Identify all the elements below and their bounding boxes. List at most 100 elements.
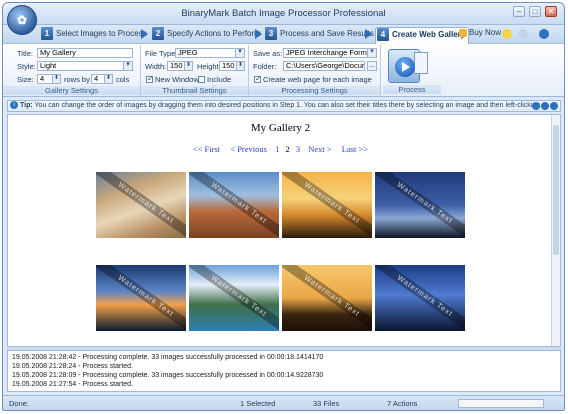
gallery-thumbnail[interactable]: Watermark Text: [189, 265, 279, 331]
gallery-thumbnail[interactable]: Watermark Text: [96, 172, 186, 238]
gallery-preview: My Gallery 2 << First < Previous 1 2 3 N…: [7, 114, 561, 347]
thumbnail-settings-group: File Type: JPEG Width: 150 Height: 150 N…: [141, 45, 249, 96]
gallery-settings-label: Gallery Settings: [3, 86, 140, 95]
height-stepper[interactable]: 150: [219, 61, 245, 71]
step-label: Process and Save Results: [280, 29, 374, 38]
new-window-checkbox[interactable]: [146, 74, 154, 83]
actions-count: 7 Actions: [387, 399, 418, 408]
gallery-thumbnail[interactable]: Watermark Text: [189, 172, 279, 238]
width-stepper[interactable]: 150: [167, 61, 193, 71]
step-label: Specify Actions to Perform: [167, 29, 261, 38]
saveas-select[interactable]: JPEG Interchange Format (: [283, 48, 377, 58]
step-2-tab[interactable]: 2 Specify Actions to Perform: [152, 27, 261, 42]
watermark: Watermark Text: [282, 172, 372, 238]
play-icon: [395, 57, 415, 77]
window-title: BinaryMark Batch Image Processor Profess…: [181, 8, 386, 19]
gallery-thumbnail[interactable]: Watermark Text: [375, 265, 465, 331]
log-line: 19.05.2008 21:28:42 - Processing complet…: [12, 354, 324, 361]
filetype-select[interactable]: JPEG: [175, 48, 245, 58]
include-titles-checkbox[interactable]: [198, 76, 205, 83]
selected-count: 1 Selected: [240, 399, 276, 408]
log-line: 19.05.2008 21:27:54 - Process started.: [12, 381, 134, 388]
app-menu-button[interactable]: ✿: [7, 5, 37, 35]
thumbnail-settings-label: Thumbnail Settings: [141, 86, 248, 95]
gallery-thumbnail[interactable]: Watermark Text: [96, 265, 186, 331]
home-icon[interactable]: [518, 29, 528, 39]
width-label: Width:: [145, 62, 167, 71]
arrow-right-icon: [141, 29, 148, 39]
gallery-thumbnail[interactable]: Watermark Text: [282, 265, 372, 331]
buy-now-label: Buy Now: [469, 28, 502, 37]
process-label: Process: [383, 85, 441, 94]
first-page-link[interactable]: << First: [193, 144, 220, 154]
gallery-title: My Gallery 2: [250, 122, 311, 134]
log-line: 19.05.2008 21:28:24 - Process started.: [12, 363, 134, 370]
scrollbar-thumb[interactable]: [553, 125, 559, 255]
page-link[interactable]: 3: [296, 144, 300, 154]
tip-bar: i Tip: You can change the order of images…: [7, 100, 561, 112]
create-web-page-checkbox[interactable]: [254, 74, 262, 83]
height-label: Height:: [197, 62, 221, 71]
close-tip-icon[interactable]: [550, 102, 558, 110]
folder-label: Folder:: [253, 62, 277, 71]
rows-stepper[interactable]: 4: [37, 74, 61, 84]
step-4-tab[interactable]: 4 Create Web Gallery: [375, 27, 470, 44]
processing-settings-label: Processing Settings: [249, 86, 380, 95]
ribbon: Title: My Gallery Style: Light Size: 4 r…: [3, 44, 564, 97]
last-page-link[interactable]: Last >>: [342, 144, 368, 154]
step-label: Create Web Gallery: [392, 30, 466, 39]
tip-prefix: Tip:: [20, 102, 33, 109]
progress-bar: [458, 399, 544, 408]
cols-label: cols: [116, 75, 130, 84]
pagination: << First < Previous 1 2 3 Next > Last >>: [8, 144, 553, 154]
next-tip-icon[interactable]: [541, 102, 549, 110]
step-3-tab[interactable]: 3 Process and Save Results: [265, 27, 374, 42]
bulb-icon[interactable]: [502, 29, 512, 39]
app-logo-icon: ✿: [16, 13, 28, 27]
step-number: 3: [265, 27, 277, 40]
page-link[interactable]: 1: [275, 144, 279, 154]
steps-bar: 1 Select Images to Process 2 Specify Actio…: [3, 25, 564, 44]
title-bar: BinaryMark Batch Image Processor Profess…: [3, 3, 564, 25]
gallery-thumbnail[interactable]: Watermark Text: [375, 172, 465, 238]
browse-folder-button[interactable]: ...: [367, 61, 377, 71]
close-button[interactable]: ✕: [545, 6, 557, 17]
process-icon: [388, 49, 428, 83]
watermark: Watermark Text: [96, 172, 186, 238]
log-panel: 19.05.2008 21:28:42 - Processing complet…: [7, 350, 561, 392]
previous-page-link[interactable]: < Previous: [230, 144, 267, 154]
step-number: 1: [41, 27, 53, 40]
status-bar: Done. 1 Selected 33 Files 7 Actions: [3, 395, 564, 410]
app-window: BinaryMark Batch Image Processor Profess…: [2, 2, 565, 411]
step-number: 4: [377, 28, 389, 41]
step-number: 2: [152, 27, 164, 40]
arrow-right-icon: [365, 29, 372, 39]
process-button[interactable]: Process: [383, 46, 441, 95]
gallery-thumbnail[interactable]: Watermark Text: [282, 172, 372, 238]
maximize-button[interactable]: □: [529, 6, 541, 17]
help-icon[interactable]: [539, 29, 549, 39]
folder-input[interactable]: C:\Users\George\Documents: [283, 61, 365, 71]
watermark: Watermark Text: [189, 265, 279, 331]
tip-text: You can change the order of images by dr…: [34, 102, 546, 109]
price-tag-icon: [459, 28, 467, 37]
status-text: Done.: [9, 399, 30, 408]
title-label: Title:: [17, 49, 33, 58]
next-page-link[interactable]: Next >: [308, 144, 331, 154]
gallery-scrollbar[interactable]: [551, 115, 560, 346]
processing-settings-group: Save as: JPEG Interchange Format ( Folde…: [249, 45, 381, 96]
cols-stepper[interactable]: 4: [91, 74, 113, 84]
new-window-label: New Window: [155, 75, 199, 84]
watermark: Watermark Text: [189, 172, 279, 238]
watermark: Watermark Text: [375, 265, 465, 331]
buy-now-button[interactable]: Buy Now: [459, 28, 501, 37]
watermark: Watermark Text: [96, 265, 186, 331]
previous-tip-icon[interactable]: [532, 102, 540, 110]
step-1-tab[interactable]: 1 Select Images to Process: [41, 27, 147, 42]
watermark: Watermark Text: [375, 172, 465, 238]
page-icon: [414, 52, 428, 74]
style-select[interactable]: Light: [37, 61, 133, 71]
gallery-title-input[interactable]: My Gallery: [37, 48, 133, 58]
log-line: 19.05.2008 21:28:09 - Processing complet…: [12, 372, 324, 379]
minimize-button[interactable]: –: [513, 6, 525, 17]
